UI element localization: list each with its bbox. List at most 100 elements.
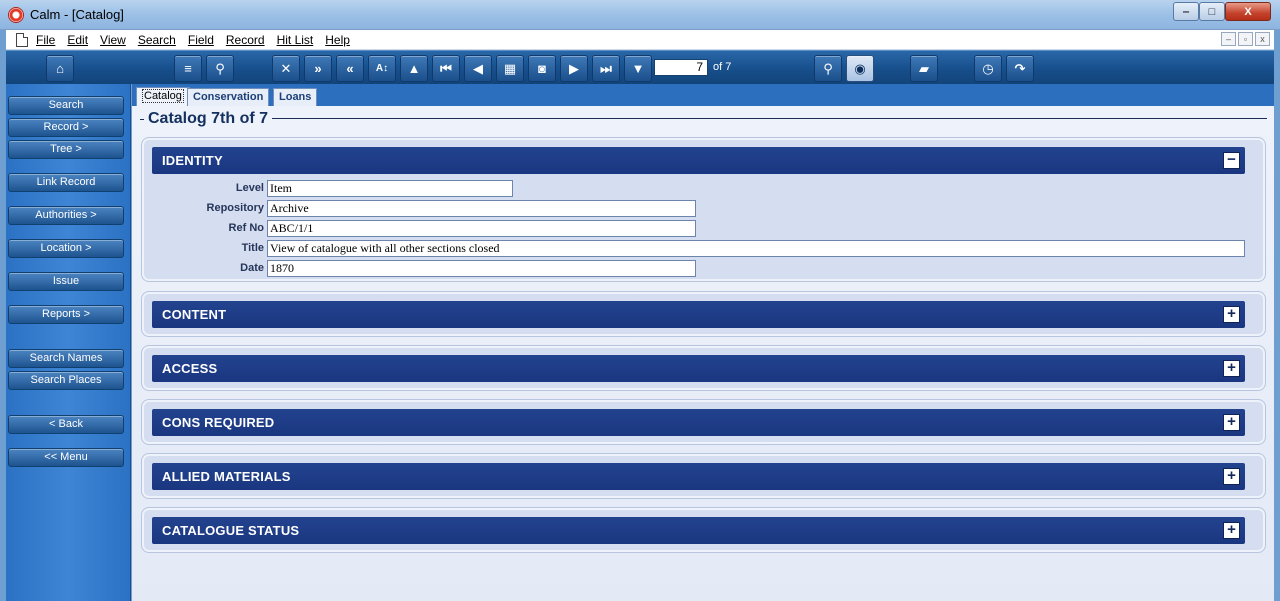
- menu-record[interactable]: Record: [226, 33, 265, 47]
- collapse-icon[interactable]: −: [1223, 152, 1240, 169]
- expand-icon[interactable]: +: [1223, 306, 1240, 323]
- identity-title: IDENTITY: [162, 153, 223, 168]
- tab-strip: Catalog Conservation Loans: [132, 84, 1274, 107]
- last-record-button[interactable]: ⏭: [592, 55, 620, 82]
- first-record-button[interactable]: ⏮: [432, 55, 460, 82]
- home-button[interactable]: ⌂: [46, 55, 74, 82]
- record-number-input[interactable]: 7: [654, 59, 708, 76]
- menu-bar: File Edit View Search Field Record Hit L…: [6, 30, 1274, 50]
- menu-search[interactable]: Search: [138, 33, 176, 47]
- back-fill-button[interactable]: «: [336, 55, 364, 82]
- database-button[interactable]: ≡: [174, 55, 202, 82]
- mdi-controls: – ▫ x: [1221, 32, 1270, 46]
- database-search-icon: ⚲: [215, 60, 225, 76]
- menu-help[interactable]: Help: [325, 33, 350, 47]
- up-button[interactable]: ▲: [400, 55, 428, 82]
- redo-icon: ↷: [1014, 60, 1026, 76]
- down-button[interactable]: ▼: [624, 55, 652, 82]
- expand-icon[interactable]: +: [1223, 414, 1240, 431]
- zoom-button[interactable]: ⚲: [814, 55, 842, 82]
- fast-forward-icon: »: [314, 61, 322, 76]
- clock-icon: ◷: [982, 60, 994, 76]
- sidebar-search-names-button[interactable]: Search Names: [8, 349, 124, 368]
- window-title: Calm - [Catalog]: [30, 7, 124, 22]
- next-icon: ▶: [569, 60, 579, 76]
- date-field[interactable]: 1870: [267, 260, 696, 277]
- redo-button[interactable]: ↷: [1006, 55, 1034, 82]
- previous-record-button[interactable]: ◀: [464, 55, 492, 82]
- level-label: Level: [235, 182, 264, 194]
- title-bar: Calm - [Catalog] ‒ □ X: [0, 0, 1280, 30]
- tab-conservation[interactable]: Conservation: [187, 88, 270, 106]
- allied-materials-section: ALLIED MATERIALS +: [141, 453, 1266, 499]
- sidebar-search-button[interactable]: Search: [8, 96, 124, 115]
- expand-button[interactable]: ✕: [272, 55, 300, 82]
- mdi-minimize-button[interactable]: –: [1221, 32, 1236, 46]
- content-title: CONTENT: [162, 307, 227, 322]
- expand-icon[interactable]: +: [1223, 522, 1240, 539]
- document-icon[interactable]: [16, 32, 28, 47]
- sidebar-reports-button[interactable]: Reports >: [8, 305, 124, 324]
- toolbar: ⌂ ≡ ⚲ ✕ » « A↕ ▲ ⏮ ◀ ▦ ◙ ▶ ⏭ ▼ 7 of 7 ⚲ …: [6, 50, 1274, 84]
- list-view-button[interactable]: ▦: [496, 55, 524, 82]
- menu-view[interactable]: View: [100, 33, 126, 47]
- maximize-button[interactable]: □: [1199, 2, 1225, 21]
- next-record-button[interactable]: ▶: [560, 55, 588, 82]
- menu-file[interactable]: File: [36, 33, 55, 47]
- sidebar-search-places-button[interactable]: Search Places: [8, 371, 124, 390]
- camera-button[interactable]: ◙: [528, 55, 556, 82]
- expand-arrows-icon: ✕: [280, 60, 292, 76]
- title-field[interactable]: View of catalogue with all other section…: [267, 240, 1245, 257]
- cons-required-section: CONS REQUIRED +: [141, 399, 1266, 445]
- date-label: Date: [240, 262, 264, 274]
- minimize-button[interactable]: ‒: [1173, 2, 1199, 21]
- sidebar-back-button[interactable]: < Back: [8, 415, 124, 434]
- content-header[interactable]: CONTENT +: [152, 301, 1245, 328]
- main-panel: Catalog Conservation Loans Catalog 7th o…: [132, 84, 1274, 601]
- database-search-button[interactable]: ⚲: [206, 55, 234, 82]
- tab-loans[interactable]: Loans: [273, 88, 318, 106]
- mdi-close-button[interactable]: x: [1255, 32, 1270, 46]
- triangle-up-icon: ▲: [407, 61, 421, 76]
- expand-icon[interactable]: +: [1223, 360, 1240, 377]
- sidebar-record-button[interactable]: Record >: [8, 118, 124, 137]
- book-button[interactable]: ▰: [910, 55, 938, 82]
- sidebar-authorities-button[interactable]: Authorities >: [8, 206, 124, 225]
- identity-header[interactable]: IDENTITY −: [152, 147, 1245, 174]
- allied-materials-title: ALLIED MATERIALS: [162, 469, 291, 484]
- expand-icon[interactable]: +: [1223, 468, 1240, 485]
- cons-required-title: CONS REQUIRED: [162, 415, 275, 430]
- view-button[interactable]: ◉: [846, 55, 874, 82]
- heading-divider: [272, 118, 1267, 119]
- history-button[interactable]: ◷: [974, 55, 1002, 82]
- forward-fill-button[interactable]: »: [304, 55, 332, 82]
- sort-button[interactable]: A↕: [368, 55, 396, 82]
- book-icon: ▰: [919, 60, 929, 76]
- repository-field[interactable]: Archive: [267, 200, 696, 217]
- menu-field[interactable]: Field: [188, 33, 214, 47]
- sidebar-tree-button[interactable]: Tree >: [8, 140, 124, 159]
- sidebar-link-record-button[interactable]: Link Record: [8, 173, 124, 192]
- cons-required-header[interactable]: CONS REQUIRED +: [152, 409, 1245, 436]
- allied-materials-header[interactable]: ALLIED MATERIALS +: [152, 463, 1245, 490]
- tab-catalog[interactable]: Catalog: [136, 87, 190, 107]
- access-header[interactable]: ACCESS +: [152, 355, 1245, 382]
- mdi-restore-button[interactable]: ▫: [1238, 32, 1253, 46]
- content-section: CONTENT +: [141, 291, 1266, 337]
- catalog-form: Catalog 7th of 7 IDENTITY − Level Item R…: [132, 106, 1274, 601]
- close-button[interactable]: X: [1225, 2, 1271, 21]
- catalogue-status-header[interactable]: CATALOGUE STATUS +: [152, 517, 1245, 544]
- sidebar-menu-button[interactable]: << Menu: [8, 448, 124, 467]
- sidebar-location-button[interactable]: Location >: [8, 239, 124, 258]
- level-field[interactable]: Item: [267, 180, 513, 197]
- grid-icon: ▦: [503, 60, 517, 76]
- identity-section: IDENTITY − Level Item Repository Archive…: [141, 137, 1266, 282]
- ref-no-field[interactable]: ABC/1/1: [267, 220, 696, 237]
- sidebar-issue-button[interactable]: Issue: [8, 272, 124, 291]
- eye-icon: ◉: [854, 60, 866, 76]
- camera-icon: ◙: [538, 61, 546, 76]
- menu-hit-list[interactable]: Hit List: [277, 33, 314, 47]
- page-heading: Catalog 7th of 7: [140, 110, 268, 128]
- menu-edit[interactable]: Edit: [67, 33, 88, 47]
- previous-icon: ◀: [473, 60, 483, 76]
